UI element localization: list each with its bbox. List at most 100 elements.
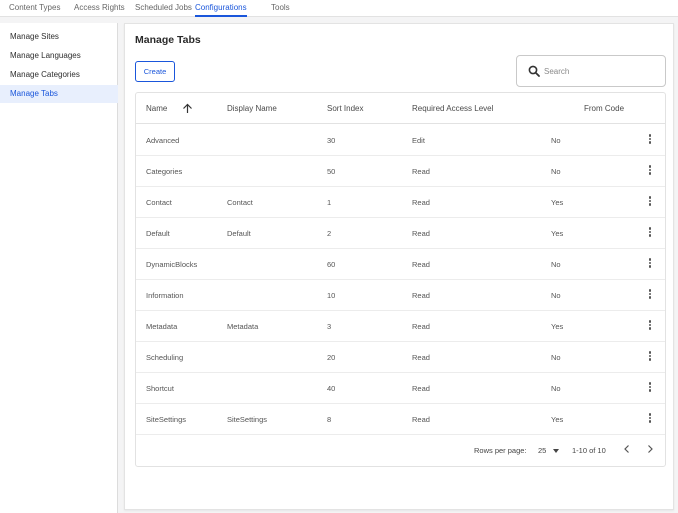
chevron-left-icon[interactable] bbox=[620, 442, 634, 456]
sidebar-item-manage-sites[interactable]: Manage Sites bbox=[0, 28, 118, 46]
column-header-name[interactable]: Name bbox=[146, 103, 192, 113]
cell-display: Contact bbox=[227, 198, 253, 207]
cell-display: Default bbox=[227, 229, 251, 238]
menu-dot bbox=[648, 141, 652, 144]
chevron-right-icon[interactable] bbox=[643, 442, 657, 456]
page-title: Manage Tabs bbox=[135, 34, 201, 46]
more-vertical-icon[interactable] bbox=[645, 288, 655, 302]
column-header-label: Name bbox=[146, 104, 168, 113]
cell-display: Metadata bbox=[227, 322, 259, 331]
menu-dot bbox=[648, 258, 652, 261]
menu-dot bbox=[648, 296, 652, 299]
table-row[interactable]: DynamicBlocks 60 Read No bbox=[136, 249, 665, 280]
main-panel: Manage Tabs Create Name Display Name Sor… bbox=[124, 23, 674, 510]
tab-scheduled-jobs[interactable]: Scheduled Jobs bbox=[135, 3, 192, 17]
tab-access-rights[interactable]: Access Rights bbox=[74, 3, 125, 17]
cell-sort: 3 bbox=[327, 322, 332, 331]
caret-down-icon bbox=[553, 449, 559, 453]
more-vertical-icon[interactable] bbox=[645, 195, 655, 209]
tab-content-types[interactable]: Content Types bbox=[9, 3, 60, 17]
menu-dot bbox=[648, 234, 652, 237]
menu-dot bbox=[648, 327, 652, 330]
menu-dot bbox=[648, 134, 652, 137]
table-row[interactable]: Scheduling 20 Read No bbox=[136, 342, 665, 373]
menu-dot bbox=[648, 320, 652, 323]
cell-display: SiteSettings bbox=[227, 415, 268, 424]
table-row[interactable]: SiteSettings SiteSettings 8 Read Yes bbox=[136, 404, 665, 435]
cell-name: SiteSettings bbox=[146, 415, 187, 424]
rows-per-page-select[interactable]: 25 bbox=[536, 443, 568, 457]
cell-sort: 30 bbox=[327, 136, 336, 145]
menu-dot bbox=[648, 227, 652, 230]
cell-access: Read bbox=[412, 198, 430, 207]
cell-name: Scheduling bbox=[146, 353, 184, 362]
table-row[interactable]: Advanced 30 Edit No bbox=[136, 125, 665, 156]
rows-per-page-value: 25 bbox=[538, 446, 547, 455]
table-row[interactable]: Information 10 Read No bbox=[136, 280, 665, 311]
menu-dot bbox=[648, 351, 652, 354]
tab-configurations[interactable]: Configurations bbox=[195, 3, 247, 17]
more-vertical-icon[interactable] bbox=[645, 381, 655, 395]
cell-from-code: Yes bbox=[551, 415, 564, 424]
more-vertical-icon[interactable] bbox=[645, 319, 655, 333]
tab-tools[interactable]: Tools bbox=[271, 3, 290, 17]
more-vertical-icon[interactable] bbox=[645, 350, 655, 364]
more-vertical-icon[interactable] bbox=[645, 412, 655, 426]
cell-from-code: No bbox=[551, 167, 561, 176]
cell-from-code: Yes bbox=[551, 229, 564, 238]
search-input[interactable] bbox=[544, 64, 654, 78]
arrow-up-icon[interactable] bbox=[182, 103, 193, 114]
cell-from-code: No bbox=[551, 291, 561, 300]
column-header-required-access-level: Required Access Level bbox=[412, 104, 494, 113]
cell-sort: 1 bbox=[327, 198, 332, 207]
menu-dot bbox=[648, 389, 652, 392]
table-row[interactable]: Shortcut 40 Read No bbox=[136, 373, 665, 404]
more-vertical-icon[interactable] bbox=[645, 164, 655, 178]
menu-dot bbox=[648, 265, 652, 268]
menu-dot bbox=[648, 354, 652, 357]
table-row[interactable]: Default Default 2 Read Yes bbox=[136, 218, 665, 249]
rows-per-page-label: Rows per page: bbox=[474, 446, 527, 455]
table-row[interactable]: Metadata Metadata 3 Read Yes bbox=[136, 311, 665, 342]
menu-dot bbox=[648, 382, 652, 385]
cell-access: Read bbox=[412, 384, 430, 393]
cell-access: Read bbox=[412, 291, 430, 300]
cell-from-code: Yes bbox=[551, 198, 564, 207]
more-vertical-icon[interactable] bbox=[645, 133, 655, 147]
cell-from-code: Yes bbox=[551, 322, 564, 331]
menu-dot bbox=[648, 358, 652, 361]
menu-dot bbox=[648, 199, 652, 202]
menu-dot bbox=[648, 230, 652, 233]
menu-dot bbox=[648, 196, 652, 199]
menu-dot bbox=[648, 385, 652, 388]
cell-name: Advanced bbox=[146, 136, 180, 145]
cell-name: DynamicBlocks bbox=[146, 260, 198, 269]
cell-sort: 40 bbox=[327, 384, 336, 393]
sidebar-item-manage-tabs[interactable]: Manage Tabs bbox=[0, 85, 118, 103]
cell-name: Metadata bbox=[146, 322, 178, 331]
menu-dot bbox=[648, 289, 652, 292]
table-row[interactable]: Contact Contact 1 Read Yes bbox=[136, 187, 665, 218]
sidebar-item-manage-languages[interactable]: Manage Languages bbox=[0, 47, 118, 65]
cell-name: Categories bbox=[146, 167, 183, 176]
cell-access: Read bbox=[412, 322, 430, 331]
menu-dot bbox=[648, 413, 652, 416]
top-nav: Content Types Access Rights Scheduled Jo… bbox=[0, 0, 678, 17]
search-box[interactable] bbox=[516, 55, 666, 87]
cell-name: Default bbox=[146, 229, 170, 238]
more-vertical-icon[interactable] bbox=[645, 257, 655, 271]
cell-from-code: No bbox=[551, 384, 561, 393]
cell-access: Read bbox=[412, 260, 430, 269]
cell-sort: 60 bbox=[327, 260, 336, 269]
menu-dot bbox=[648, 261, 652, 264]
table-header: Name Display Name Sort Index Required Ac… bbox=[136, 93, 665, 124]
cell-access: Read bbox=[412, 353, 430, 362]
table-row[interactable]: Categories 50 Read No bbox=[136, 156, 665, 187]
sidebar-item-manage-categories[interactable]: Manage Categories bbox=[0, 66, 118, 84]
tabs-table: Name Display Name Sort Index Required Ac… bbox=[135, 92, 666, 467]
cell-from-code: No bbox=[551, 136, 561, 145]
more-vertical-icon[interactable] bbox=[645, 226, 655, 240]
cell-sort: 50 bbox=[327, 167, 336, 176]
cell-sort: 2 bbox=[327, 229, 332, 238]
create-button[interactable]: Create bbox=[135, 61, 175, 82]
